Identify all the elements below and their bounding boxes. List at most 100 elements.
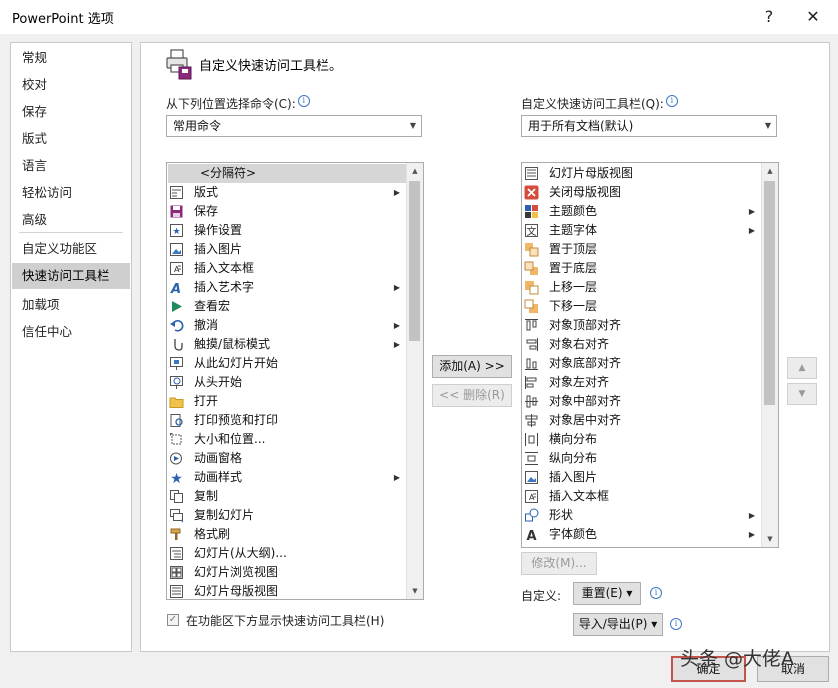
list-item[interactable]: 撤消 ▶ bbox=[168, 316, 406, 335]
list-item[interactable]: 查看宏 bbox=[168, 297, 406, 316]
list-item[interactable]: 幻灯片(从大纲)... bbox=[168, 544, 406, 563]
list-item[interactable]: 复制 bbox=[168, 487, 406, 506]
list-item[interactable]: 关闭母版视图 bbox=[523, 183, 761, 202]
info-icon[interactable]: i bbox=[650, 587, 662, 599]
list-item[interactable]: 对象居中对齐 bbox=[523, 411, 761, 430]
nav-item-4[interactable]: 语言 bbox=[12, 153, 130, 179]
list-item[interactable]: 纵向分布 bbox=[523, 449, 761, 468]
list-item[interactable]: 从头开始 bbox=[168, 373, 406, 392]
align-bottom-icon bbox=[524, 356, 539, 371]
list-item[interactable]: 复制幻灯片 bbox=[168, 506, 406, 525]
nav-item-5[interactable]: 轻松访问 bbox=[12, 180, 130, 206]
list-item[interactable]: A 插入文本框 bbox=[523, 487, 761, 506]
send-backward-icon bbox=[524, 299, 539, 314]
qat-commands-list[interactable]: A 字体颜色 ▶ 形状 ▶ A 插入文本框 插入图片 纵向分布 横向分布 对象居中对齐 对象中部对齐 对… bbox=[521, 162, 779, 548]
nav-item-6[interactable]: 高级 bbox=[12, 207, 130, 233]
info-icon[interactable]: i bbox=[665, 95, 678, 107]
reset-button[interactable]: 重置(E) ▾ bbox=[573, 582, 641, 605]
list-item[interactable]: 形状 ▶ bbox=[523, 506, 761, 525]
list-item-label: 对象中部对齐 bbox=[549, 394, 622, 408]
info-icon[interactable]: i bbox=[670, 618, 682, 630]
list-item[interactable]: 文主题字体 ▶ bbox=[523, 221, 761, 240]
nav-item-10[interactable]: 信任中心 bbox=[12, 319, 130, 345]
scroll-up-arrow-icon[interactable]: ▲ bbox=[762, 163, 778, 179]
list-item[interactable]: 幻灯片浏览视图 bbox=[168, 563, 406, 582]
scroll-up-arrow-icon[interactable]: ▲ bbox=[407, 163, 423, 179]
info-icon[interactable]: i bbox=[297, 95, 310, 107]
size-position-icon bbox=[169, 432, 184, 447]
list-item[interactable]: ★ 动画样式 ▶ bbox=[168, 468, 406, 487]
list-item[interactable]: 主题颜色 ▶ bbox=[523, 202, 761, 221]
show-below-ribbon-checkbox[interactable]: ✓ bbox=[167, 614, 179, 626]
list-item-label: 格式刷 bbox=[194, 527, 231, 541]
list-item[interactable]: 下移一层 bbox=[523, 297, 761, 316]
list-item[interactable]: 插入图片 bbox=[523, 468, 761, 487]
choose-commands-combo[interactable]: 常用命令 ▼ bbox=[166, 115, 422, 137]
submenu-arrow-icon: ▶ bbox=[393, 321, 400, 330]
move-down-button[interactable]: ▼ bbox=[787, 383, 817, 405]
add-button[interactable]: 添加(A) >> bbox=[432, 355, 512, 378]
left-list-scrollbar[interactable]: ▲ ▼ bbox=[406, 163, 423, 599]
help-button[interactable]: ? bbox=[754, 4, 784, 30]
scroll-thumb[interactable] bbox=[764, 181, 775, 405]
submenu-arrow-icon: ▶ bbox=[393, 340, 400, 349]
submenu-arrow-icon: ▶ bbox=[748, 207, 755, 216]
right-list-scrollbar[interactable]: ▲ ▼ bbox=[761, 163, 778, 547]
list-item[interactable]: 格式刷 bbox=[168, 525, 406, 544]
nav-item-0[interactable]: 常规 bbox=[12, 45, 130, 71]
customize-qat-combo[interactable]: 用于所有文档(默认) ▼ bbox=[521, 115, 777, 137]
close-button[interactable]: ✕ bbox=[798, 4, 828, 30]
undo-icon bbox=[169, 318, 184, 333]
list-item[interactable]: 对象左对齐 bbox=[523, 373, 761, 392]
list-item[interactable]: 打印预览和打印 bbox=[168, 411, 406, 430]
list-item-label: 幻灯片母版视图 bbox=[549, 166, 634, 180]
list-item[interactable]: 置于底层 bbox=[523, 259, 761, 278]
list-item[interactable]: 幻灯片母版视图 bbox=[168, 582, 406, 599]
list-item[interactable]: 置于顶层 bbox=[523, 240, 761, 259]
list-item[interactable]: 对象中部对齐 bbox=[523, 392, 761, 411]
move-up-button[interactable]: ▲ bbox=[787, 357, 817, 379]
scroll-thumb[interactable] bbox=[409, 181, 420, 341]
chevron-down-icon: ▼ bbox=[764, 121, 771, 130]
list-item[interactable]: 对象底部对齐 bbox=[523, 354, 761, 373]
nav-item-9[interactable]: 加载项 bbox=[12, 292, 130, 318]
list-item[interactable]: 对象右对齐 bbox=[523, 335, 761, 354]
list-item[interactable]: 对象顶部对齐 bbox=[523, 316, 761, 335]
nav-separator bbox=[19, 288, 123, 289]
remove-button[interactable]: << 删除(R) bbox=[432, 384, 512, 407]
available-commands-list[interactable]: 幻灯片母版视图 幻灯片浏览视图 幻灯片(从大纲)... 格式刷 复制幻灯片 复制 ★ 动画样式… bbox=[166, 162, 424, 600]
slide-master-icon bbox=[169, 584, 184, 599]
textbox-icon: A bbox=[524, 489, 539, 504]
nav-item-7[interactable]: 自定义功能区 bbox=[12, 236, 130, 262]
choose-commands-label-text: 从下列位置选择命令(C): bbox=[166, 97, 296, 111]
list-item[interactable]: 打开 bbox=[168, 392, 406, 411]
layout-icon bbox=[169, 185, 184, 200]
nav-item-2[interactable]: 保存 bbox=[12, 99, 130, 125]
list-item-label: 插入艺术字 bbox=[194, 280, 255, 294]
list-item[interactable]: A 字体颜色 ▶ bbox=[523, 525, 761, 544]
list-item[interactable]: 触摸/鼠标模式 ▶ bbox=[168, 335, 406, 354]
copy-icon bbox=[169, 489, 184, 504]
list-item[interactable]: 幻灯片母版视图 bbox=[523, 164, 761, 183]
import-export-button[interactable]: 导入/导出(P) ▾ bbox=[573, 613, 663, 636]
list-item[interactable]: 从此幻灯片开始 bbox=[168, 354, 406, 373]
nav-item-3[interactable]: 版式 bbox=[12, 126, 130, 152]
scroll-down-arrow-icon[interactable]: ▼ bbox=[762, 531, 778, 547]
modify-button[interactable]: 修改(M)... bbox=[521, 552, 597, 575]
list-item[interactable]: A 插入艺术字 ▶ bbox=[168, 278, 406, 297]
list-item[interactable]: A 插入文本框 bbox=[168, 259, 406, 278]
list-item[interactable]: 保存 bbox=[168, 202, 406, 221]
list-item[interactable]: 横向分布 bbox=[523, 430, 761, 449]
list-item[interactable]: 版式 ▶ bbox=[168, 183, 406, 202]
list-item-label: 幻灯片浏览视图 bbox=[194, 565, 279, 579]
list-item[interactable]: 插入图片 bbox=[168, 240, 406, 259]
list-item[interactable]: <分隔符> bbox=[168, 164, 406, 183]
list-item[interactable]: 动画窗格 bbox=[168, 449, 406, 468]
send-to-back-icon bbox=[524, 261, 539, 276]
list-item[interactable]: 大小和位置... bbox=[168, 430, 406, 449]
nav-item-1[interactable]: 校对 bbox=[12, 72, 130, 98]
scroll-down-arrow-icon[interactable]: ▼ bbox=[407, 583, 423, 599]
list-item[interactable]: 上移一层 bbox=[523, 278, 761, 297]
nav-item-8[interactable]: 快速访问工具栏 bbox=[12, 263, 130, 289]
list-item[interactable]: ★ 操作设置 bbox=[168, 221, 406, 240]
